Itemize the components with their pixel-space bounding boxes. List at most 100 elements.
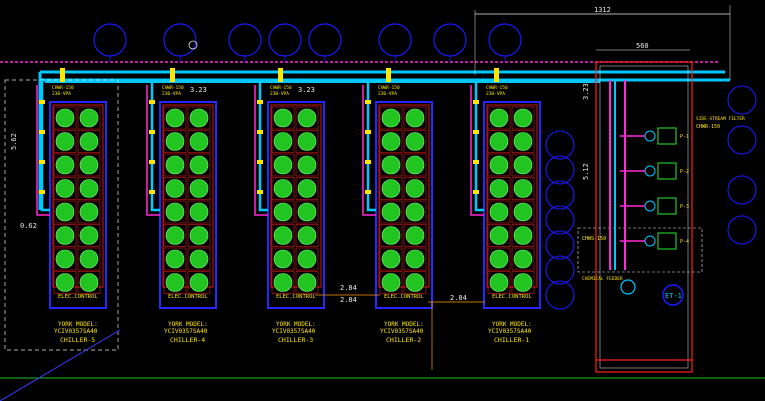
fan-icon: [273, 273, 293, 292]
fan-icon: [513, 226, 533, 245]
dim-left-height: 5.62: [10, 133, 18, 150]
chiller-panel-label: ELEC.CONTROL: [384, 294, 424, 300]
fan-icon: [273, 249, 293, 269]
right-edge-marker: [727, 85, 757, 115]
dim-bottom-mid-2: 2.84: [450, 294, 467, 302]
fan-icon: [513, 273, 533, 292]
chiller-name: CHILLER-2: [386, 336, 421, 344]
chiller-panel-label: ELEC.CONTROL: [492, 294, 532, 300]
fan-icon: [273, 202, 293, 222]
pipe-tag-flow: 230-VPA: [162, 91, 181, 97]
dim-bottom-mid-1b: 2.84: [340, 296, 357, 304]
chiller-model-line1: YORK MODEL:: [384, 321, 424, 328]
chiller-2: ELEC.CONTROL YORK MODEL:YCIV0357SA40CHILL…: [362, 68, 433, 344]
fan-icon: [381, 249, 401, 269]
fan-icon: [189, 202, 209, 222]
fan-icon: [405, 273, 425, 292]
grid-marker-1: [93, 23, 127, 62]
fan-icon: [189, 249, 209, 269]
pump-group: P-1 P-2 P-3 P-4: [620, 127, 689, 250]
fan-icon: [189, 273, 209, 292]
pipe-tag: CHWR-150: [162, 85, 184, 91]
chiller-name: CHILLER-1: [494, 336, 529, 344]
fan-icon: [55, 226, 75, 245]
chiller-model-line2: YCIV0357SA40: [272, 328, 316, 335]
pipe-tag-flow: 230-VPA: [52, 91, 71, 97]
fan-icon: [189, 226, 209, 245]
chiller-name: CHILLER-3: [278, 336, 313, 344]
fan-icon: [297, 132, 317, 151]
fan-icon: [381, 179, 401, 198]
fan-icon: [189, 179, 209, 198]
grid-marker-4: [268, 23, 302, 62]
dim-right-height: 5.12: [582, 163, 590, 180]
fan-icon: [513, 132, 533, 151]
grid-marker-A: [545, 130, 575, 160]
chiller-model-line2: YCIV0357SA40: [488, 328, 532, 335]
fan-icon: [79, 249, 99, 269]
fan-icon: [55, 179, 75, 198]
fan-icon: [489, 108, 509, 128]
fan-icon: [489, 155, 509, 175]
pipe-tag-flow: 230-VPA: [378, 91, 397, 97]
chiller-model-line1: YORK MODEL:: [168, 321, 208, 328]
dim-spacing-1: 3.23: [190, 86, 207, 94]
fan-icon: [165, 179, 185, 198]
chiller-panel-label: ELEC.CONTROL: [168, 294, 208, 300]
dim-left-edge: 0.62: [20, 222, 37, 230]
fan-icon: [489, 226, 509, 245]
fan-icon: [489, 249, 509, 269]
dim-bottom-mid-1: 2.84: [340, 284, 357, 292]
chiller-1: ELEC.CONTROL YORK MODEL:YCIV0357SA40CHILL…: [470, 68, 541, 344]
fan-icon: [79, 202, 99, 222]
chwr-label: CHWR-150: [696, 124, 720, 130]
fan-icon: [405, 132, 425, 151]
fan-icon: [273, 108, 293, 128]
fan-icon: [297, 179, 317, 198]
pump-tag: P-4: [680, 239, 689, 245]
fan-icon: [513, 179, 533, 198]
grid-marker-F: [545, 255, 575, 285]
chiller-name: CHILLER-5: [60, 336, 95, 344]
chiller-panel-label: ELEC.CONTROL: [58, 294, 98, 300]
fan-icon: [405, 108, 425, 128]
pipe-tag: CHWR-150: [270, 85, 292, 91]
grid-marker-D: [545, 205, 575, 235]
chiller-4: ELEC.CONTROL YORK MODEL:YCIV0357SA40CHILL…: [146, 68, 217, 344]
fan-icon: [381, 132, 401, 151]
fan-icon: [297, 202, 317, 222]
fan-icon: [405, 202, 425, 222]
grid-marker-B: [545, 155, 575, 185]
fan-icon: [513, 202, 533, 222]
fan-icon: [381, 202, 401, 222]
fan-icon: [55, 273, 75, 292]
fan-icon: [55, 155, 75, 175]
fan-icon: [405, 226, 425, 245]
right-edge-marker: [727, 125, 757, 155]
grid-marker-6: [378, 23, 412, 62]
fan-icon: [165, 226, 185, 245]
right-edge-marker: [727, 215, 757, 245]
fan-icon: [189, 155, 209, 175]
fan-icon: [297, 226, 317, 245]
pump-tag: P-3: [680, 204, 689, 210]
fan-icon: [405, 249, 425, 269]
chemical-feeder-symbol: [620, 279, 636, 295]
fan-icon: [273, 155, 293, 175]
grid-marker-2: [163, 23, 197, 62]
fan-icon: [165, 132, 185, 151]
fan-icon: [381, 273, 401, 292]
grid-marker-7: [433, 23, 467, 62]
fan-icon: [165, 155, 185, 175]
pump-tag: P-1: [680, 134, 689, 140]
fan-icon: [55, 249, 75, 269]
side-stream-label: SIDE-STREAM FILTER: [696, 116, 745, 122]
fan-icon: [165, 273, 185, 292]
fan-icon: [189, 132, 209, 151]
chiller-3: ELEC.CONTROL YORK MODEL:YCIV0357SA40CHILL…: [254, 68, 325, 344]
fan-icon: [297, 249, 317, 269]
fan-icon: [297, 108, 317, 128]
chiller-group: ELEC.CONTROLYORK MODEL:YCIV0357SA40CHILL…: [36, 68, 541, 344]
chiller-model-line2: YCIV0357SA40: [164, 328, 208, 335]
pipe-tag: CHWR-150: [486, 85, 508, 91]
